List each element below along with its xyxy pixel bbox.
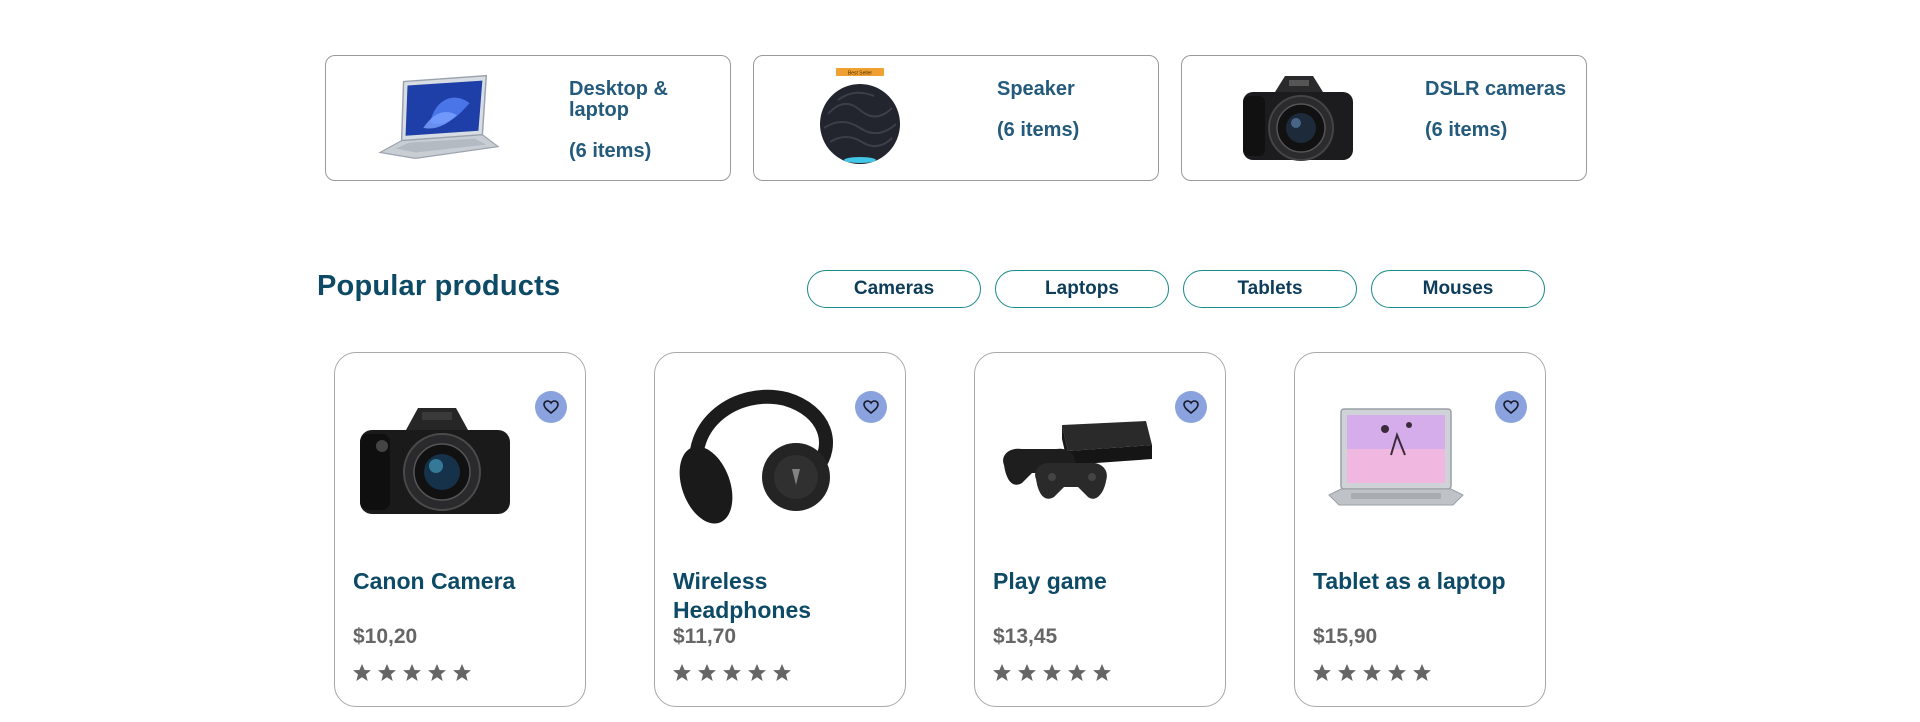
product-price: $13,45 [993,625,1058,648]
star-icon [453,664,471,681]
product-card-canon-camera[interactable]: Canon Camera $10,20 [334,352,586,707]
product-name[interactable]: Play game [993,567,1218,596]
product-price: $10,20 [353,625,418,648]
product-rating [352,663,472,683]
favorite-button[interactable] [1175,391,1207,423]
headphones-image [671,385,841,535]
product-filter-tabs: Cameras Laptops Tablets Mouses [807,270,1545,308]
heart-icon [863,400,879,414]
category-count: (6 items) [569,140,652,162]
star-icon [1338,664,1356,681]
filter-tablets-button[interactable]: Tablets [1183,270,1357,308]
category-title: Speaker [997,78,1075,100]
category-list: Desktop & laptop (6 items) Best Seller S [325,55,1587,181]
product-card-tablet-as-a-laptop[interactable]: Tablet as a laptop $15,90 [1294,352,1546,707]
game-console-image [991,385,1161,535]
popular-products-title: Popular products [317,270,561,302]
star-icon [378,664,396,681]
star-icon [1363,664,1381,681]
laptop-image [376,66,506,170]
favorite-button[interactable] [1495,391,1527,423]
star-icon [1043,664,1061,681]
star-icon [1093,664,1111,681]
star-icon [353,664,371,681]
star-icon [1068,664,1086,681]
product-price: $11,70 [673,625,737,648]
favorite-button[interactable] [535,391,567,423]
product-name[interactable]: Canon Camera [353,567,578,596]
category-title: Desktop & laptop [569,78,668,121]
star-icon [773,664,791,681]
star-icon [723,664,741,681]
laptop-image [1311,385,1481,535]
star-icon [673,664,691,681]
star-icon [1018,664,1036,681]
filter-mouses-button[interactable]: Mouses [1371,270,1545,308]
category-text: Desktop & laptop (6 items) [569,79,729,162]
star-icon [403,664,421,681]
filter-cameras-button[interactable]: Cameras [807,270,981,308]
product-card-wireless-headphones[interactable]: Wireless Headphones $11,70 [654,352,906,707]
heart-icon [1183,400,1199,414]
star-icon [428,664,446,681]
category-count: (6 items) [1425,119,1508,141]
camera-image [351,385,521,535]
category-count: (6 items) [997,119,1080,141]
star-icon [1413,664,1431,681]
category-text: Speaker (6 items) [997,79,1157,141]
heart-icon [543,400,559,414]
product-card-play-game[interactable]: Play game $13,45 [974,352,1226,707]
favorite-button[interactable] [855,391,887,423]
page: Desktop & laptop (6 items) Best Seller S [0,0,1920,722]
category-text: DSLR cameras (6 items) [1425,79,1585,141]
category-card-desktop-laptop[interactable]: Desktop & laptop (6 items) [325,55,731,181]
dslr-camera-image [1232,66,1362,170]
product-name[interactable]: Tablet as a laptop [1313,567,1538,596]
star-icon [748,664,766,681]
product-name[interactable]: Wireless Headphones [673,567,898,625]
filter-laptops-button[interactable]: Laptops [995,270,1169,308]
star-icon [993,664,1011,681]
star-icon [1313,664,1331,681]
heart-icon [1503,400,1519,414]
product-rating [672,663,792,683]
star-icon [698,664,716,681]
smart-speaker-image: Best Seller [804,66,934,170]
product-rating [992,663,1112,683]
product-price: $15,90 [1313,625,1378,648]
category-title: DSLR cameras [1425,78,1567,100]
category-card-speaker[interactable]: Best Seller Speaker (6 items) [753,55,1159,181]
product-rating [1312,663,1432,683]
product-grid: Canon Camera $10,20 Wireless Headphones … [334,352,1546,707]
category-card-dslr-cameras[interactable]: DSLR cameras (6 items) [1181,55,1587,181]
best-seller-badge: Best Seller [848,71,873,77]
star-icon [1388,664,1406,681]
